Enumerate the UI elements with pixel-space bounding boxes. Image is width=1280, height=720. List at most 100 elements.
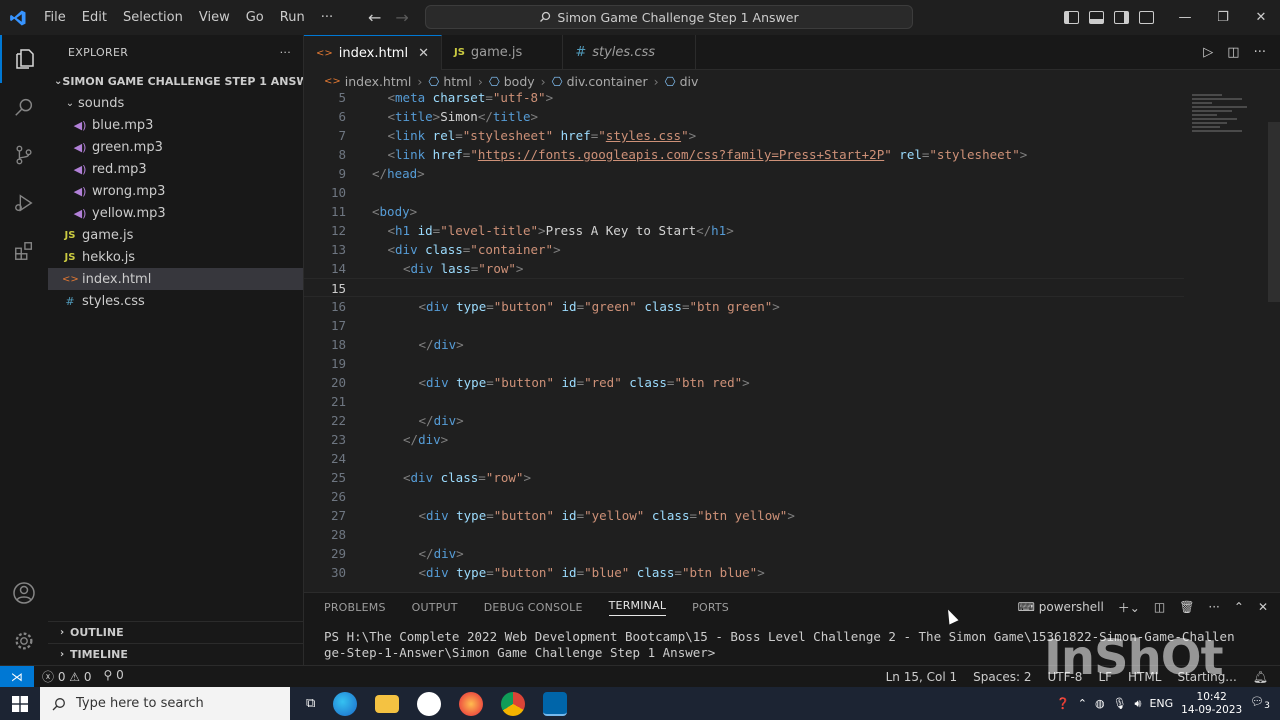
command-center[interactable]: Simon Game Challenge Step 1 Answer xyxy=(425,5,913,29)
bell-icon[interactable]: 🔔︎ xyxy=(1253,670,1268,684)
back-arrow-icon[interactable]: ← xyxy=(368,8,381,27)
code-line[interactable]: 15 xyxy=(304,278,1184,297)
chevron-up-icon[interactable]: ⌃ xyxy=(1078,697,1087,710)
code-line[interactable]: 14 <div lass="row"> xyxy=(304,259,1184,278)
menu-edit[interactable]: Edit xyxy=(74,0,115,35)
tab-debug-console[interactable]: DEBUG CONSOLE xyxy=(484,601,583,614)
minimap[interactable] xyxy=(1192,92,1252,152)
code-line[interactable]: 24 xyxy=(304,449,1184,468)
edge-browser-icon[interactable] xyxy=(333,691,358,716)
new-terminal-icon[interactable]: ＋⌄ xyxy=(1118,599,1140,616)
speaker-icon[interactable]: 🔊︎ xyxy=(1135,697,1142,711)
breadcrumb-div[interactable]: div xyxy=(680,74,699,89)
folder-sounds[interactable]: ⌄ sounds xyxy=(48,92,303,114)
timeline-section[interactable]: › TIMELINE xyxy=(48,643,304,665)
search-icon[interactable] xyxy=(0,83,48,131)
close-panel-icon[interactable]: ✕ xyxy=(1258,600,1268,614)
breadcrumb-html[interactable]: html xyxy=(443,74,471,89)
indentation[interactable]: Spaces: 2 xyxy=(973,670,1031,684)
tab-index-html[interactable]: <> index.html ✕ xyxy=(304,35,442,70)
code-line[interactable]: 11 <body> xyxy=(304,202,1184,221)
file-wrong-mp3[interactable]: ◀) wrong.mp3 xyxy=(48,180,303,202)
code-line[interactable]: 17 xyxy=(304,316,1184,335)
task-view-icon[interactable]: ⧉ xyxy=(306,696,315,711)
file-styles-css[interactable]: # styles.css xyxy=(48,290,303,312)
notifications-icon[interactable]: 💬︎3 xyxy=(1250,695,1270,711)
app-store-icon[interactable] xyxy=(417,691,442,716)
run-play-icon[interactable]: ▷ xyxy=(1203,45,1213,60)
source-control-icon[interactable] xyxy=(0,131,48,179)
tab-ports[interactable]: PORTS xyxy=(692,601,729,614)
vscode-taskbar-icon[interactable] xyxy=(543,691,568,716)
tab-terminal[interactable]: TERMINAL xyxy=(608,599,667,616)
file-yellow-mp3[interactable]: ◀) yellow.mp3 xyxy=(48,202,303,224)
workspace-root-folder[interactable]: ⌄ SIMON GAME CHALLENGE STEP 1 ANSWER xyxy=(48,70,303,92)
toggle-panel-icon[interactable] xyxy=(1089,11,1104,24)
clock[interactable]: 10:42 14-09-2023 xyxy=(1181,691,1242,717)
menu-file[interactable]: File xyxy=(36,0,74,35)
breadcrumb-container[interactable]: div.container xyxy=(567,74,648,89)
code-line[interactable]: 13 <div class="container"> xyxy=(304,240,1184,259)
code-line[interactable]: 23 </div> xyxy=(304,430,1184,449)
more-actions-icon[interactable]: ··· xyxy=(1254,45,1266,60)
restore-button[interactable]: ❐ xyxy=(1204,0,1242,35)
code-line[interactable]: 7 <link rel="stylesheet" href="styles.css… xyxy=(304,126,1184,145)
more-actions-icon[interactable]: ··· xyxy=(1208,600,1219,614)
code-line[interactable]: 12 <h1 id="level-title">Press A Key to St… xyxy=(304,221,1184,240)
microphone-icon[interactable]: 🎙︎ xyxy=(1113,697,1127,710)
menu-run[interactable]: Run xyxy=(272,0,313,35)
code-line[interactable]: 28 xyxy=(304,525,1184,544)
code-line[interactable]: 18 </div> xyxy=(304,335,1184,354)
windows-start-icon[interactable] xyxy=(0,687,40,720)
code-line[interactable]: 8 <link href="https://fonts.googleapis.co… xyxy=(304,145,1184,164)
file-hekko-js[interactable]: JS hekko.js xyxy=(48,246,303,268)
toggle-secondary-sidebar-icon[interactable] xyxy=(1114,11,1129,24)
problems-status[interactable]: ⓧ 0 ⚠ 0 xyxy=(42,668,92,685)
close-window-button[interactable]: ✕ xyxy=(1242,0,1280,35)
forward-arrow-icon[interactable]: → xyxy=(395,8,408,27)
code-line[interactable]: 29 </div> xyxy=(304,544,1184,563)
minimize-button[interactable]: — xyxy=(1166,0,1204,35)
tab-output[interactable]: OUTPUT xyxy=(412,601,458,614)
file-green-mp3[interactable]: ◀) green.mp3 xyxy=(48,136,303,158)
terminal-shell-selector[interactable]: ⌨ powershell xyxy=(1018,600,1104,614)
file-red-mp3[interactable]: ◀) red.mp3 xyxy=(48,158,303,180)
code-line[interactable]: 16 <div type="button" id="green" class="b… xyxy=(304,297,1184,316)
menu-go[interactable]: Go xyxy=(238,0,272,35)
code-line[interactable]: 27 <div type="button" id="yellow" class="… xyxy=(304,506,1184,525)
split-editor-icon[interactable]: ◫ xyxy=(1227,45,1239,60)
toggle-primary-sidebar-icon[interactable] xyxy=(1064,11,1079,24)
ports-status[interactable]: ⚲ 0 xyxy=(104,668,124,685)
tab-styles-css[interactable]: # styles.css xyxy=(563,35,697,70)
input-language[interactable]: ENG xyxy=(1149,697,1173,710)
close-icon[interactable]: ✕ xyxy=(418,46,429,61)
remote-indicator-icon[interactable]: ⋊ xyxy=(0,665,34,688)
accounts-icon[interactable] xyxy=(0,569,48,617)
code-line[interactable]: 26 xyxy=(304,487,1184,506)
explorer-icon[interactable] xyxy=(0,35,48,83)
chrome-icon[interactable] xyxy=(501,691,526,716)
maximize-panel-icon[interactable]: ⌃ xyxy=(1234,600,1244,614)
extensions-icon[interactable] xyxy=(0,227,48,275)
tab-game-js[interactable]: JS game.js xyxy=(442,35,564,70)
firefox-icon[interactable] xyxy=(459,691,484,716)
manage-gear-icon[interactable] xyxy=(0,617,48,665)
tab-problems[interactable]: PROBLEMS xyxy=(324,601,386,614)
code-line[interactable]: 19 xyxy=(304,354,1184,373)
run-debug-icon[interactable] xyxy=(0,179,48,227)
code-line[interactable]: 6 <title>Simon</title> xyxy=(304,107,1184,126)
code-line[interactable]: 5 <meta charset="utf-8"> xyxy=(304,92,1184,107)
customize-layout-icon[interactable] xyxy=(1139,11,1154,24)
code-line[interactable]: 21 xyxy=(304,392,1184,411)
code-line[interactable]: 25 <div class="row"> xyxy=(304,468,1184,487)
file-game-js[interactable]: JS game.js xyxy=(48,224,303,246)
code-line[interactable]: 20 <div type="button" id="red" class="btn… xyxy=(304,373,1184,392)
code-line[interactable]: 9 </head> xyxy=(304,164,1184,183)
editor-scrollbar[interactable] xyxy=(1268,122,1280,302)
code-line[interactable]: 22 </div> xyxy=(304,411,1184,430)
explorer-more-actions-icon[interactable]: ··· xyxy=(280,46,291,59)
code-editor[interactable]: 5 <meta charset="utf-8"> 6 <title>Simon</ti… xyxy=(304,92,1280,592)
file-index-html[interactable]: <> index.html xyxy=(48,268,303,290)
outline-section[interactable]: › OUTLINE xyxy=(48,621,304,643)
network-icon[interactable]: ◍ xyxy=(1095,697,1105,710)
